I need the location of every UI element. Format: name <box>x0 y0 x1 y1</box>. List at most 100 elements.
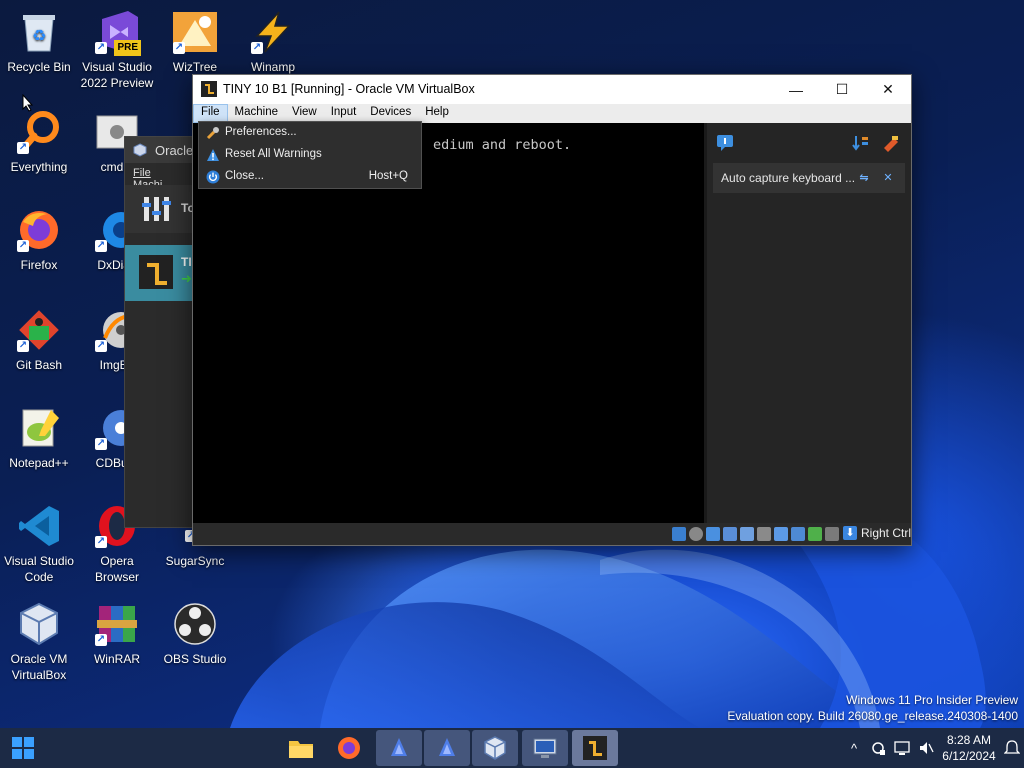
obs-studio-icon <box>171 600 219 648</box>
network-icon[interactable] <box>723 527 737 541</box>
notification-text: Auto capture keyboard ... <box>721 171 856 185</box>
taskbar-file-explorer[interactable] <box>278 730 324 766</box>
vm-window-app-icon <box>201 81 217 97</box>
desktop-icon-git-bash[interactable]: ↗ Git Bash <box>0 306 78 373</box>
minimize-button[interactable]: — <box>773 75 819 104</box>
folder-icon <box>289 741 313 758</box>
winamp-icon: ↗ <box>249 8 297 56</box>
menu-item-close[interactable]: Close... Host+Q <box>199 166 421 188</box>
desktop-icon-notepad-plus-plus[interactable]: Notepad++ <box>0 404 78 471</box>
tray-overflow-chevron[interactable]: ^ <box>842 728 866 768</box>
taskbar-app-1[interactable] <box>376 730 422 766</box>
shortcut-arrow-icon: ↗ <box>95 634 107 646</box>
taskbar-virtualbox[interactable] <box>472 730 518 766</box>
vm-statusbar: ⬇ Right Ctrl <box>193 523 911 545</box>
firefox-icon <box>338 737 360 759</box>
speech-bubble-icon <box>717 135 733 151</box>
notification-toggle-icon[interactable]: ⇋ <box>857 171 871 185</box>
manager-menu-file[interactable]: File <box>133 167 151 179</box>
notifications-bell-icon[interactable] <box>1000 728 1024 768</box>
close-button[interactable]: ✕ <box>865 75 911 104</box>
blue-triangle-app-icon <box>391 738 407 756</box>
display-icon[interactable] <box>774 527 788 541</box>
firefox-icon: ↗ <box>15 206 63 254</box>
system-tray: ^ 8:28 AM 6/12/2024 <box>842 728 1024 768</box>
keyboard-arrow-icon: ⬇ <box>842 526 857 540</box>
desktop-icon-winrar[interactable]: ↗ WinRAR <box>78 600 156 667</box>
winrar-books-icon: ↗ <box>93 600 141 648</box>
broom-icon <box>884 136 898 152</box>
vm-os-icon <box>139 255 173 289</box>
running-arrow-icon: ➜ <box>181 271 192 286</box>
file-menu-dropdown: Preferences... Reset All Warnings Close.… <box>198 121 422 189</box>
menu-item-preferences[interactable]: Preferences... <box>199 122 421 144</box>
blue-triangle-app-icon <box>439 738 455 756</box>
svg-text:♻: ♻ <box>32 28 46 45</box>
shortcut-arrow-icon: ↗ <box>17 142 29 154</box>
shortcut-arrow-icon: ↗ <box>95 438 107 450</box>
shared-folders-icon[interactable] <box>757 527 771 541</box>
host-key-indicator[interactable]: ⬇ Right Ctrl <box>842 526 911 540</box>
desktop-icon-firefox[interactable]: ↗ Firefox <box>0 206 78 273</box>
guest-console-text: edium and reboot. <box>433 137 572 153</box>
tray-display-icon[interactable] <box>890 728 914 768</box>
taskbar-firefox[interactable] <box>326 730 372 766</box>
desktop-icon-oracle-vm-virtualbox[interactable]: Oracle VM VirtualBox <box>0 600 78 683</box>
virtualbox-cube-icon <box>15 600 63 648</box>
everything-search-icon: ↗ <box>15 108 63 156</box>
mouse-integration-icon[interactable] <box>825 527 839 541</box>
taskbar-clock[interactable]: 8:28 AM 6/12/2024 <box>938 732 1000 764</box>
recording-icon[interactable] <box>791 527 805 541</box>
menu-item-reset-all-warnings[interactable]: Reset All Warnings <box>199 144 421 166</box>
audio-icon[interactable] <box>706 527 720 541</box>
tray-volume-muted-icon[interactable] <box>914 728 938 768</box>
taskbar-app-2[interactable] <box>424 730 470 766</box>
maximize-button[interactable]: ☐ <box>819 75 865 104</box>
taskbar-vm-window[interactable] <box>572 730 618 766</box>
windows-logo-icon <box>12 737 34 759</box>
clock-time: 8:28 AM <box>946 733 992 747</box>
cpu-activity-icon[interactable] <box>808 527 822 541</box>
clock-date: 6/12/2024 <box>942 749 996 763</box>
desktop-icon-everything[interactable]: ↗ Everything <box>0 108 78 175</box>
git-bash-icon: ↗ <box>15 306 63 354</box>
vm-os-icon <box>583 736 607 760</box>
desktop-icon-visual-studio-2022-preview[interactable]: PRE ↗ Visual Studio 2022 Preview <box>78 8 156 91</box>
tray-network-settings-icon[interactable] <box>866 728 890 768</box>
desktop-icon-wiztree[interactable]: ↗ WizTree <box>156 8 234 75</box>
shortcut-arrow-icon: ↗ <box>95 536 107 548</box>
vm-window-titlebar[interactable]: TINY 10 B1 [Running] - Oracle VM Virtual… <box>193 75 911 104</box>
optical-drive-icon[interactable] <box>689 527 703 541</box>
taskbar: ^ 8:28 AM 6/12/2024 <box>0 728 1024 768</box>
sort-button[interactable] <box>851 133 871 153</box>
taskbar-remote-desktop[interactable] <box>522 730 568 766</box>
desktop-icon-winamp[interactable]: ↗ Winamp <box>234 8 312 75</box>
hard-disk-icon[interactable] <box>672 527 686 541</box>
shortcut-arrow-icon: ↗ <box>95 340 107 352</box>
host-key-label: Right Ctrl <box>860 526 911 540</box>
menu-help[interactable]: Help <box>418 104 456 123</box>
desktop-icon-obs-studio[interactable]: OBS Studio <box>156 600 234 667</box>
shortcut-arrow-icon: ↗ <box>95 42 107 54</box>
vscode-icon <box>15 502 63 550</box>
wrench-icon <box>206 127 219 140</box>
vm-window-title: TINY 10 B1 [Running] - Oracle VM Virtual… <box>223 82 475 96</box>
windows-evaluation-watermark: Windows 11 Pro Insider Preview Evaluatio… <box>727 693 1018 723</box>
tools-icon <box>142 197 171 221</box>
shortcut-arrow-icon: ↗ <box>17 340 29 352</box>
notification-close-icon[interactable]: ✕ <box>881 171 895 185</box>
start-button[interactable] <box>4 732 42 764</box>
notification-bubble-button[interactable] <box>715 133 735 153</box>
sort-arrows-icon <box>852 136 868 151</box>
shortcut-arrow-icon: ↗ <box>95 240 107 252</box>
clear-notifications-button[interactable] <box>881 133 901 153</box>
shortcut-arrow-icon: ↗ <box>17 240 29 252</box>
visual-studio-icon: PRE ↗ <box>93 8 141 56</box>
usb-icon[interactable] <box>740 527 754 541</box>
monitor-icon <box>533 738 557 758</box>
recycle-bin-icon: ♻ <box>15 8 63 56</box>
desktop-icon-visual-studio-code[interactable]: Visual Studio Code <box>0 502 78 585</box>
warning-icon <box>207 149 219 161</box>
shortcut-arrow-icon: ↗ <box>251 42 263 54</box>
desktop-icon-recycle-bin[interactable]: ♻ Recycle Bin <box>0 8 78 75</box>
